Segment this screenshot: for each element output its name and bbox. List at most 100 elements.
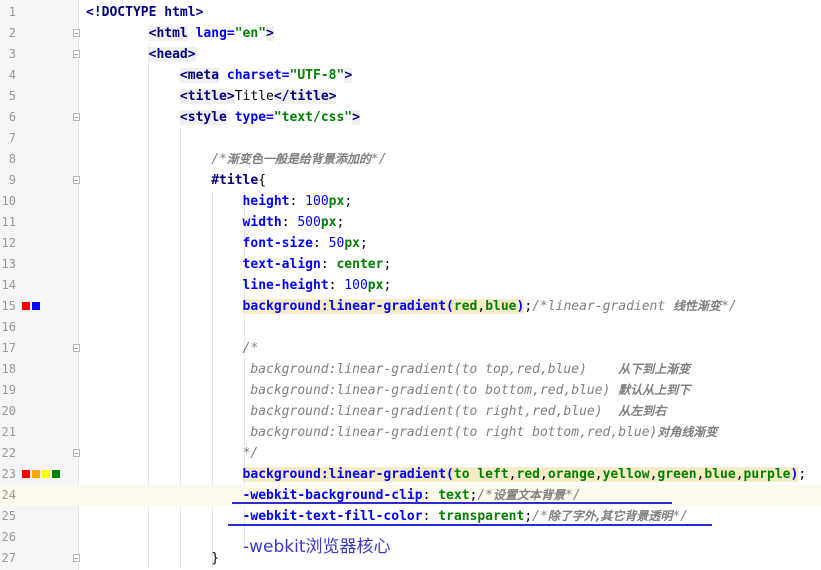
code-token: -webkit-text-fill-color	[242, 509, 423, 524]
annotation-underline-line-24	[232, 502, 672, 504]
color-preview-swatches[interactable]	[22, 470, 60, 479]
code-text: */	[86, 443, 259, 464]
code-line[interactable]: 14 line-height: 100px;	[0, 275, 821, 296]
code-line[interactable]: 16	[0, 317, 821, 338]
color-swatch-icon[interactable]	[42, 470, 50, 478]
code-line[interactable]: 11 width: 500px;	[0, 212, 821, 233]
code-editor[interactable]: 1 <!DOCTYPE html> 2 <html lang="en"> 3 <hea…	[0, 0, 821, 570]
color-swatch-icon[interactable]	[52, 470, 60, 478]
code-line[interactable]: 7	[0, 128, 821, 149]
code-token: <html	[148, 26, 188, 41]
code-token: >	[344, 68, 353, 83]
code-token: :	[289, 194, 306, 209]
code-line[interactable]: 19 background:linear-gradient(to bottom,…	[0, 380, 821, 401]
code-token: /*	[532, 509, 548, 524]
fold-marker-icon[interactable]	[73, 29, 80, 37]
code-line[interactable]: 2 <html lang="en">	[0, 23, 821, 44]
fold-marker-icon[interactable]	[73, 554, 80, 562]
code-line[interactable]: 1 <!DOCTYPE html>	[0, 2, 821, 23]
code-token: 100	[305, 194, 329, 209]
color-swatch-icon[interactable]	[22, 470, 30, 478]
code-token: transparent	[438, 509, 525, 524]
code-line[interactable]: 22 */	[0, 443, 821, 464]
code-text: font-size: 50px;	[86, 233, 368, 254]
code-token: font-size	[242, 236, 313, 251]
code-token: >	[352, 110, 360, 125]
code-text: line-height: 100px;	[86, 275, 392, 296]
code-line[interactable]: 20 background:linear-gradient(to right,r…	[0, 401, 821, 422]
code-token: Title	[234, 89, 274, 104]
code-token: "text/css"	[273, 110, 353, 125]
code-token: background:linear-gradient(to right,red,…	[86, 404, 619, 419]
line-number: 13	[1, 257, 16, 271]
code-token: {	[258, 173, 267, 188]
code-token: :	[313, 236, 329, 251]
line-number: 15	[1, 299, 16, 313]
code-line[interactable]: 13 text-align: center;	[0, 254, 821, 275]
line-number: 17	[1, 341, 16, 355]
code-token: 500	[297, 215, 321, 230]
code-line[interactable]: 23 background:linear-gradient(to left,re…	[0, 464, 821, 485]
code-line[interactable]: 3 <head>	[0, 44, 821, 65]
code-text: width: 500px;	[86, 212, 345, 233]
code-token: <!DOCTYPE html>	[86, 5, 204, 20]
fold-marker-icon[interactable]	[73, 449, 80, 457]
code-line[interactable]: 5 <title>Title</title>	[0, 86, 821, 107]
code-token: */	[721, 299, 737, 314]
code-text: /*	[86, 338, 259, 359]
code-token: ,	[594, 467, 603, 482]
code-token: 从左到右	[618, 404, 667, 418]
line-number: 21	[1, 425, 16, 439]
fold-marker-icon[interactable]	[73, 113, 80, 121]
code-token: <head>	[148, 47, 196, 62]
code-line[interactable]: 15 background:linear-gradient(red,blue);…	[0, 296, 821, 317]
code-line[interactable]: 26	[0, 527, 821, 548]
line-number: 12	[1, 236, 16, 250]
fold-marker-icon[interactable]	[73, 176, 80, 184]
line-number: 20	[1, 404, 16, 418]
code-line[interactable]: 18 background:linear-gradient(to top,red…	[0, 359, 821, 380]
code-token: ;	[798, 467, 807, 482]
code-line[interactable]: 12 font-size: 50px;	[0, 233, 821, 254]
code-line[interactable]: 21 background:linear-gradient(to right b…	[0, 422, 821, 443]
fold-marker-icon[interactable]	[73, 50, 80, 58]
code-token: >	[266, 26, 274, 41]
line-number: 26	[1, 530, 16, 544]
color-preview-swatches[interactable]	[22, 302, 40, 311]
line-number: 18	[1, 362, 16, 376]
color-swatch-icon[interactable]	[22, 302, 30, 310]
code-token: 设置文本背景	[493, 488, 566, 502]
code-line[interactable]: 4 <meta charset="UTF-8">	[0, 65, 821, 86]
code-token: */	[565, 488, 581, 503]
fold-marker-icon[interactable]	[73, 344, 80, 352]
code-token: yellow	[602, 467, 650, 482]
code-token: :	[422, 488, 439, 503]
color-swatch-icon[interactable]	[32, 302, 40, 310]
code-text: background:linear-gradient(to right bott…	[86, 422, 717, 443]
code-token: 对角线渐变	[657, 425, 718, 439]
code-line[interactable]: 17 /*	[0, 338, 821, 359]
code-token: :	[320, 257, 337, 272]
code-line[interactable]: 6 <style type="text/css">	[0, 107, 821, 128]
code-line[interactable]: 9 #title{	[0, 170, 821, 191]
color-swatch-icon[interactable]	[32, 470, 40, 478]
code-line[interactable]: 8 /*渐变色一般是给背景添加的*/	[0, 149, 821, 170]
code-token: */	[370, 152, 387, 167]
code-text: <html lang="en">	[86, 23, 274, 44]
code-line[interactable]: 27 }	[0, 548, 821, 569]
code-token: /*	[242, 341, 259, 356]
code-line[interactable]: 10 height: 100px;	[0, 191, 821, 212]
code-token: width	[242, 215, 282, 230]
code-text: background:linear-gradient(to bottom,red…	[86, 380, 690, 401]
line-number: 19	[1, 383, 16, 397]
code-token: ;	[524, 509, 533, 524]
